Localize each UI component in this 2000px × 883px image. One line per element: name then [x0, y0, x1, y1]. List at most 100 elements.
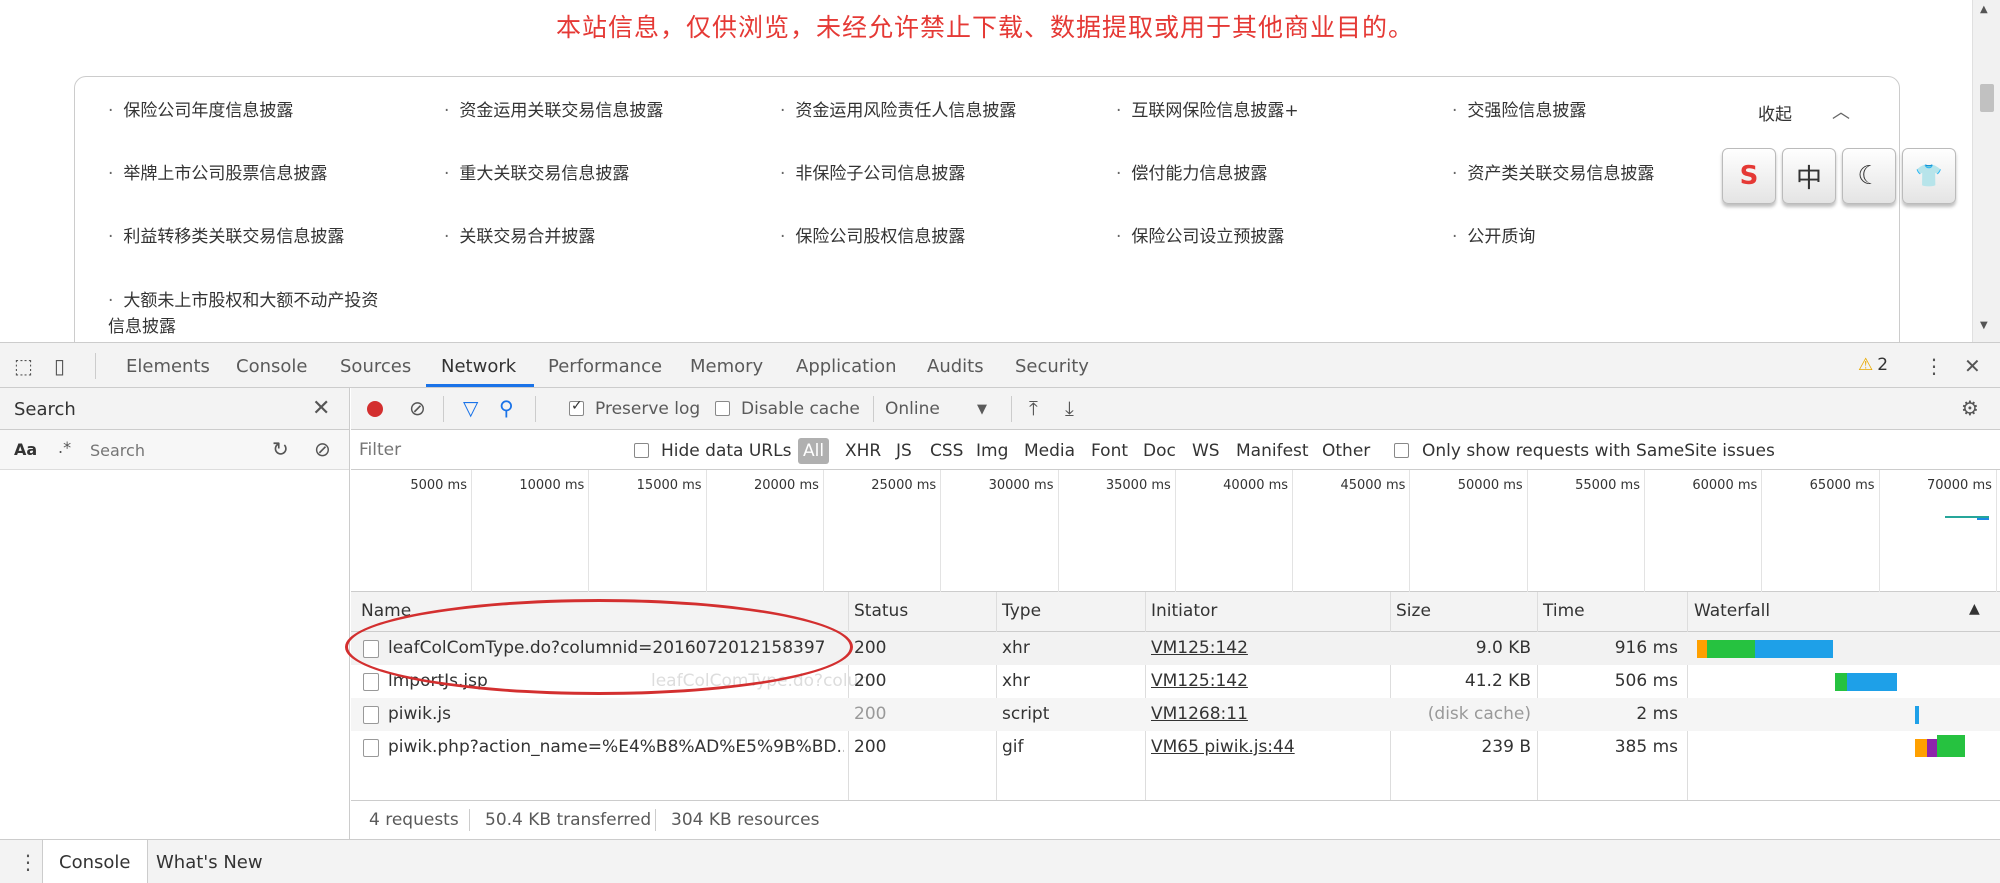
timeline-tick-label: 40000 ms	[1223, 478, 1289, 493]
menu-item[interactable]: 举牌上市公司股票信息披露	[108, 161, 327, 187]
menu-item[interactable]: 交强险信息披露	[1452, 98, 1586, 124]
network-overview-timeline[interactable]: 5000 ms 10000 ms 15000 ms 20000 ms 25000 ms 3…	[351, 470, 2000, 592]
menu-item[interactable]: 关联交易合并披露	[444, 224, 595, 250]
menu-item[interactable]: 资产类关联交易信息披露	[1452, 161, 1654, 187]
drawer-tab-whats-new[interactable]: What's New	[156, 852, 263, 873]
warnings-counter[interactable]: ⚠ 2	[1858, 355, 1888, 375]
sort-ascending-icon[interactable]: ▲	[1969, 601, 1980, 617]
filter-type-other[interactable]: Other	[1322, 441, 1370, 461]
close-search-icon[interactable]: ✕	[312, 396, 330, 421]
device-toolbar-icon[interactable]: ▯	[54, 354, 65, 378]
request-initiator[interactable]: VM1268:11	[1151, 704, 1248, 724]
tab-sources[interactable]: Sources	[340, 356, 411, 377]
filter-type-manifest[interactable]: Manifest	[1236, 441, 1309, 461]
record-button[interactable]	[367, 401, 383, 417]
filter-type-xhr[interactable]: XHR	[845, 441, 881, 461]
filter-type-css[interactable]: CSS	[930, 441, 963, 461]
table-row[interactable]: lmportJs.jsp leafColComType.do?columnid=…	[351, 665, 2000, 698]
drawer-tab-console[interactable]: Console	[42, 840, 148, 883]
clear-icon[interactable]: ⊘	[314, 437, 331, 461]
clear-log-icon[interactable]: ⊘	[409, 396, 426, 420]
request-name[interactable]: leafColComType.do?columnid=2016072012158…	[388, 638, 844, 658]
page-scrollbar[interactable]: ▲ ▼	[1972, 0, 2000, 342]
waterfall-queue-bar	[1697, 640, 1707, 658]
drawer-menu-icon[interactable]: ⋮	[18, 850, 38, 874]
column-header-type[interactable]: Type	[1002, 601, 1041, 621]
preserve-log-checkbox[interactable]	[569, 398, 584, 416]
filter-type-ws[interactable]: WS	[1192, 441, 1220, 461]
filter-type-font[interactable]: Font	[1091, 441, 1128, 461]
menu-item[interactable]: 偿付能力信息披露	[1116, 161, 1267, 187]
export-har-icon[interactable]: ⤓	[1065, 396, 1074, 420]
column-header-time[interactable]: Time	[1543, 601, 1585, 621]
filter-type-media[interactable]: Media	[1024, 441, 1075, 461]
samesite-checkbox[interactable]	[1394, 443, 1409, 458]
column-header-size[interactable]: Size	[1396, 601, 1431, 621]
menu-item[interactable]: 非保险子公司信息披露	[780, 161, 965, 187]
tab-network[interactable]: Network	[441, 356, 516, 377]
menu-item[interactable]: 互联网保险信息披露+	[1116, 98, 1298, 124]
timeline-tick-label: 10000 ms	[519, 478, 585, 493]
filter-type-doc[interactable]: Doc	[1143, 441, 1176, 461]
menu-item[interactable]: 利益转移类关联交易信息披露	[108, 224, 344, 250]
regex-toggle[interactable]: .*	[58, 438, 71, 457]
chevron-down-icon[interactable]: ▼	[977, 402, 987, 417]
skin-shirt-icon[interactable]: 👕	[1902, 148, 1956, 204]
hide-data-urls-checkbox[interactable]	[634, 443, 649, 458]
menu-item[interactable]: 保险公司年度信息披露	[108, 98, 293, 124]
scroll-down-arrow-icon[interactable]: ▼	[1980, 320, 1988, 331]
import-har-icon[interactable]: ⤒	[1029, 396, 1038, 420]
tab-elements[interactable]: Elements	[126, 356, 210, 377]
gear-icon[interactable]: ⚙	[1961, 396, 1979, 420]
inspect-element-icon[interactable]: ⬚	[14, 354, 33, 378]
menu-item[interactable]: 资金运用关联交易信息披露	[444, 98, 663, 124]
menu-item[interactable]: 保险公司设立预披露	[1116, 224, 1284, 250]
column-header-initiator[interactable]: Initiator	[1151, 601, 1217, 621]
filter-input[interactable]	[359, 435, 619, 465]
column-header-waterfall[interactable]: Waterfall	[1694, 601, 1770, 621]
waterfall-waiting-bar	[1707, 640, 1755, 658]
search-icon[interactable]: ⚲	[499, 396, 514, 420]
menu-item[interactable]: 资金运用风险责任人信息披露	[780, 98, 1016, 124]
menu-item[interactable]: 大额未上市股权和大额不动产投资信息披露	[108, 288, 388, 340]
throttling-select[interactable]: Online	[885, 399, 940, 419]
tab-security[interactable]: Security	[1015, 356, 1089, 377]
filter-type-all[interactable]: All	[798, 438, 830, 464]
menu-item[interactable]: 公开质询	[1452, 224, 1535, 250]
chinese-mode-button[interactable]: 中	[1782, 148, 1836, 204]
menu-item[interactable]: 保险公司股权信息披露	[780, 224, 965, 250]
column-header-name[interactable]: Name	[361, 601, 411, 621]
filter-icon[interactable]: ▽	[463, 396, 478, 420]
close-devtools-icon[interactable]: ✕	[1964, 354, 1981, 378]
moon-icon[interactable]: ☾	[1842, 148, 1896, 204]
tab-memory[interactable]: Memory	[690, 356, 763, 377]
request-initiator[interactable]: VM125:142	[1151, 671, 1248, 691]
request-initiator[interactable]: VM65 piwik.js:44	[1151, 737, 1295, 757]
filter-type-js[interactable]: JS	[896, 441, 912, 461]
column-header-status[interactable]: Status	[854, 601, 908, 621]
refresh-icon[interactable]: ↻	[272, 437, 289, 461]
tab-application[interactable]: Application	[796, 356, 897, 377]
collapse-link[interactable]: 收起	[1758, 100, 1792, 125]
devtools-panel: ⬚ ▯ Elements Console Sources Network Per…	[0, 342, 2000, 883]
tab-performance[interactable]: Performance	[548, 356, 662, 377]
more-options-icon[interactable]: ⋮	[1924, 354, 1944, 378]
request-name[interactable]: piwik.js	[388, 704, 844, 724]
page-scroll-thumb[interactable]	[1980, 84, 1994, 112]
request-name[interactable]: piwik.php?action_name=%E4%B8%AD%E5%9B%BD…	[388, 737, 844, 757]
table-header: Name Status Type Initiator Size Time Wat…	[351, 592, 2000, 632]
chevron-up-icon[interactable]: ︿	[1832, 98, 1850, 124]
search-input[interactable]	[84, 435, 259, 465]
tab-console[interactable]: Console	[236, 356, 307, 377]
disable-cache-checkbox[interactable]	[715, 401, 730, 416]
menu-item[interactable]: 重大关联交易信息披露	[444, 161, 629, 187]
match-case-toggle[interactable]: Aa	[14, 440, 37, 459]
table-row[interactable]: leafColComType.do?columnid=2016072012158…	[351, 632, 2000, 665]
scroll-up-arrow-icon[interactable]: ▲	[1980, 4, 1988, 15]
table-row[interactable]: piwik.js 200 script VM1268:11 (disk cach…	[351, 698, 2000, 731]
table-row[interactable]: piwik.php?action_name=%E4%B8%AD%E5%9B%BD…	[351, 731, 2000, 764]
sogou-logo-icon[interactable]: S	[1722, 148, 1776, 204]
request-initiator[interactable]: VM125:142	[1151, 638, 1248, 658]
filter-type-img[interactable]: Img	[976, 441, 1008, 461]
tab-audits[interactable]: Audits	[927, 356, 984, 377]
